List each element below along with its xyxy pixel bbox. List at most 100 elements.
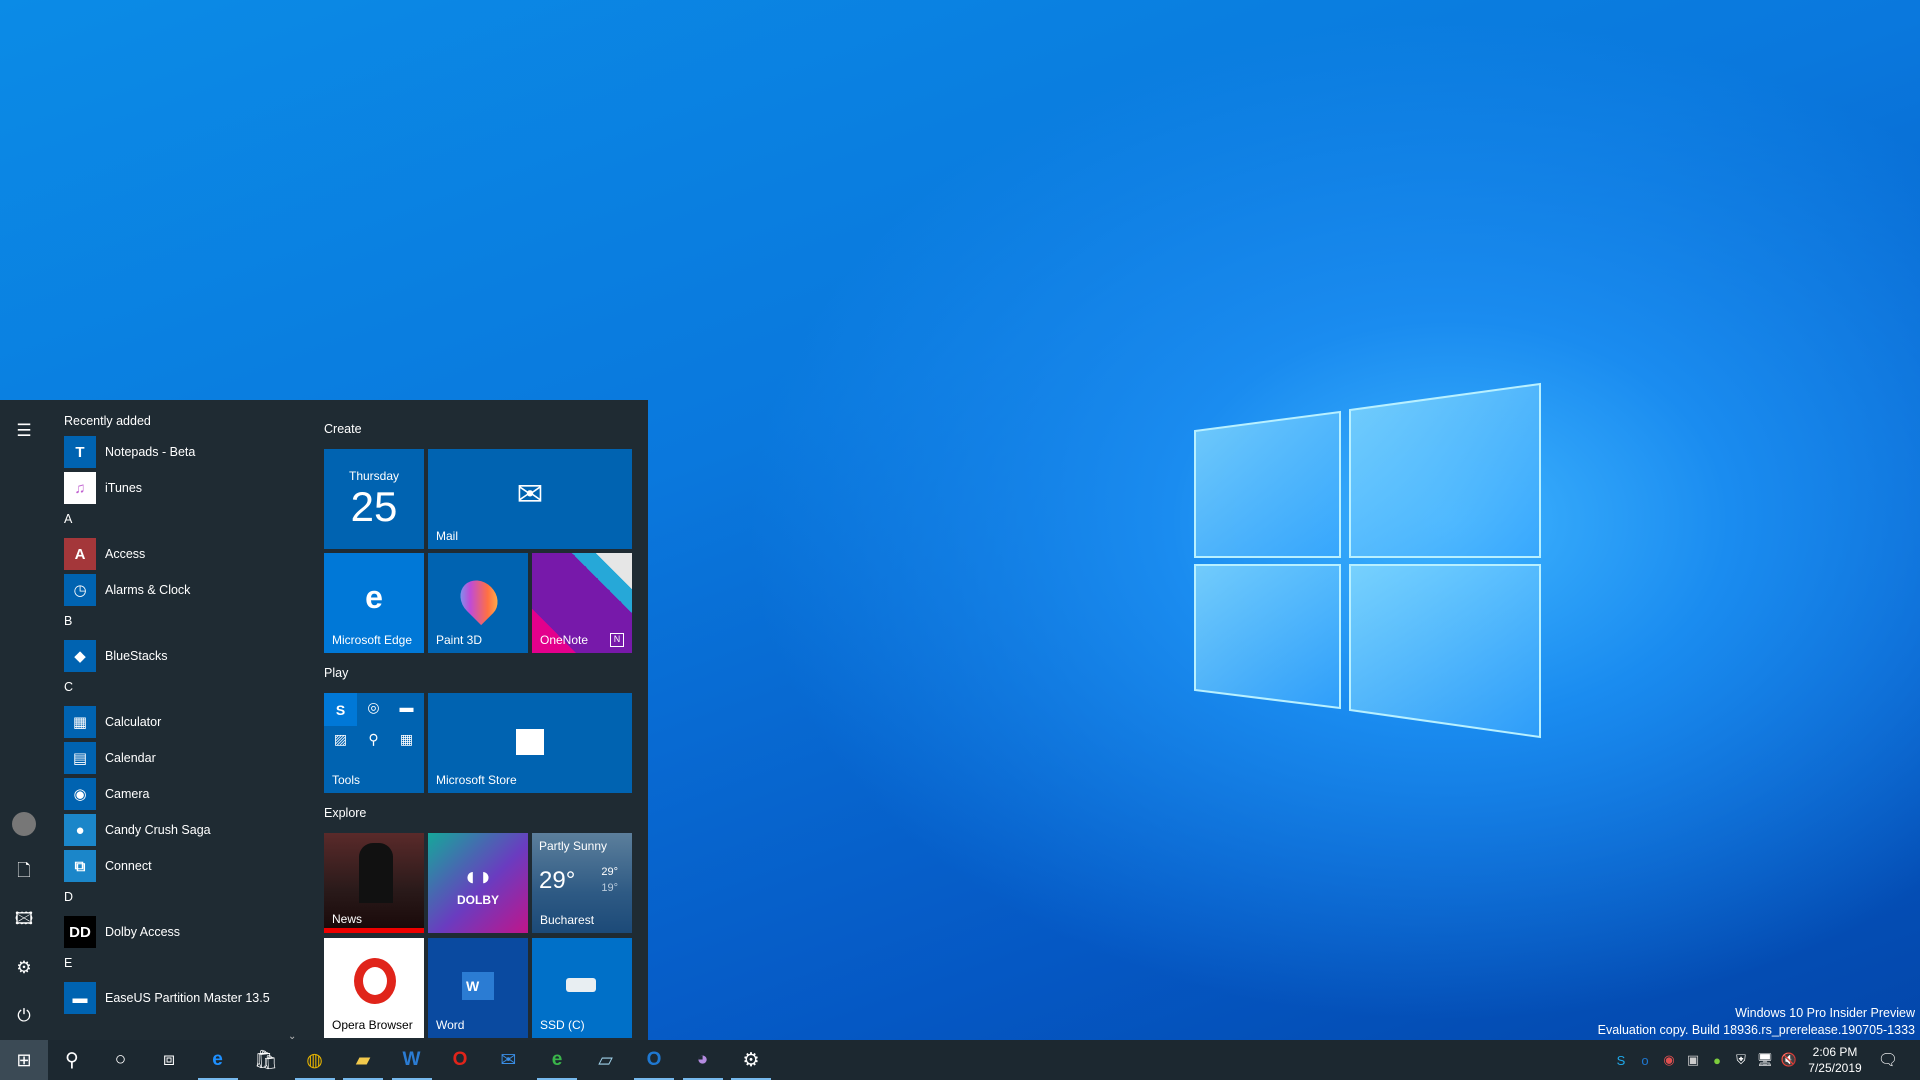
user-avatar[interactable] [12,812,36,836]
letter-header[interactable]: C [64,680,73,694]
letter-header[interactable]: D [64,890,73,904]
group-create: Create [324,422,362,436]
tile-dolby[interactable]: ◖◗ DOLBY [428,833,528,933]
app-list-item[interactable]: ◷ Alarms & Clock [64,574,302,606]
tile-onenote[interactable]: OneNote N [532,553,632,653]
app-icon: ⧉ [64,850,96,882]
tray-camera-icon[interactable]: ▣ [1682,1040,1704,1080]
app-icon: ▬ [64,982,96,1014]
app-icon: ● [64,814,96,846]
app-icon: ◆ [64,640,96,672]
app-list-item[interactable]: DD Dolby Access [64,916,302,948]
app-list-item[interactable]: ◉ Camera [64,778,302,810]
clock[interactable]: 2:06 PM 7/25/2019 [1800,1044,1870,1076]
taskbar-file-explorer-button[interactable]: ▰ [339,1040,387,1080]
onenote-icon: N [610,633,624,647]
tile-ssd[interactable]: SSD (C) [532,938,632,1038]
hamburger-menu-icon[interactable]: ☰ [12,419,36,443]
tile-weather[interactable]: Partly Sunny 29° 29° 19° Bucharest [532,833,632,933]
chrome-icon: ◍ [306,1049,323,1071]
settings-icon: ⚙ [742,1049,760,1071]
tile-tools-folder[interactable]: S ◎ ▬ ▨ ⚲ ▦ Tools [324,693,424,793]
app-icon: DD [64,916,96,948]
news-photo [359,843,393,903]
taskbar-edge-dev-button[interactable]: e [533,1040,581,1080]
photos-icon: ▨ [333,731,348,747]
power-icon[interactable]: ⏻ [12,1004,36,1028]
taskbar-store-button[interactable]: 🛍 [242,1040,290,1080]
app-label: Dolby Access [105,925,181,939]
action-center-icon[interactable]: 🗨 [1864,1040,1912,1080]
tile-calendar[interactable]: Thursday 25 [324,449,424,549]
tray-defender-icon[interactable]: ⛨ [1730,1040,1752,1080]
opera-icon: O [452,1049,468,1070]
edge-dev-icon: e [551,1049,563,1070]
tile-paint-3d[interactable]: Paint 3D [428,553,528,653]
app-list-item[interactable]: ⧉ Connect [64,850,302,882]
app-list-item[interactable]: ♫ iTunes [64,472,302,504]
tray-volume-muted-icon[interactable]: 🔇 [1778,1040,1800,1080]
task-view-icon: ⧈ [162,1049,176,1070]
app-label: EaseUS Partition Master 13.5 [105,991,270,1005]
store-icon [516,729,544,755]
taskbar-settings-button[interactable]: ⚙ [727,1040,775,1080]
app-list-item[interactable]: ◆ BlueStacks [64,640,302,672]
search-icon: ⚲ [65,1049,79,1071]
file-explorer-icon: ▰ [355,1049,371,1071]
taskbar-chrome-button[interactable]: ◍ [291,1040,339,1080]
letter-header[interactable]: B [64,614,72,628]
app-icon: A [64,538,96,570]
tile-word[interactable]: W Word [428,938,528,1038]
tile-microsoft-store[interactable]: Microsoft Store [428,693,632,793]
taskbar-notepad-button[interactable]: ▱ [582,1040,630,1080]
settings-icon[interactable]: ⚙ [12,956,36,980]
app-list-item[interactable]: T Notepads - Beta [64,436,302,468]
app-label: Calendar [105,751,156,765]
app-label: Notepads - Beta [105,445,196,459]
app-list-item[interactable]: A Access [64,538,302,570]
tray-network-icon[interactable]: 🖥 [1754,1040,1776,1080]
tray-outlook-icon[interactable]: o [1634,1040,1656,1080]
app-list-item[interactable]: ▬ EaseUS Partition Master 13.5 [64,982,302,1014]
tray-skype-icon[interactable]: S [1610,1040,1632,1080]
tray-chat-icon[interactable]: ● [1706,1040,1728,1080]
taskbar-outlook-button[interactable]: O [630,1040,678,1080]
app-list-item[interactable]: ▤ Calendar [64,742,302,774]
word-icon: W [402,1049,421,1070]
start-menu: ☰ 🗋 🖾 ⚙ ⏻ Recently added T Notepads - Beta… [0,400,648,1042]
windows-icon: ⊞ [16,1049,32,1070]
tile-mail[interactable]: ✉ Mail [428,449,632,549]
taskbar-chat-button[interactable]: ◕ [679,1040,727,1080]
tile-opera-browser[interactable]: Opera Browser [324,938,424,1038]
skype-icon: S [324,693,357,726]
chat-icon: ◕ [696,1049,709,1070]
taskbar-word-button[interactable]: W [388,1040,436,1080]
tray-eye-icon[interactable]: ◉ [1658,1040,1680,1080]
taskbar-mail-button[interactable]: ✉ [485,1040,533,1080]
paint-3d-icon [452,572,506,626]
taskbar-opera-button[interactable]: O [436,1040,484,1080]
taskbar-task-view-button[interactable]: ⧈ [145,1040,193,1080]
letter-header[interactable]: E [64,956,72,970]
app-list-item[interactable]: ● Candy Crush Saga [64,814,302,846]
taskbar-cortana-button[interactable]: ○ [97,1040,145,1080]
pictures-icon[interactable]: 🖾 [12,908,36,932]
app-list-item[interactable]: ▦ Calculator [64,706,302,738]
taskbar-search-button[interactable]: ⚲ [48,1040,96,1080]
tile-microsoft-edge[interactable]: e Microsoft Edge [324,553,424,653]
letter-header[interactable]: A [64,512,72,526]
tile-news[interactable]: News [324,833,424,933]
app-icon: ▤ [64,742,96,774]
dolby-icon: ◖◗ [462,861,494,891]
build-watermark: Windows 10 Pro Insider Preview Evaluatio… [1597,1006,1915,1037]
edge-icon: e [212,1049,223,1070]
mail-icon: ✉ [500,1049,517,1071]
group-play: Play [324,666,349,680]
taskbar-edge-button[interactable]: e [194,1040,242,1080]
documents-icon[interactable]: 🗋 [12,860,36,884]
start-button[interactable]: ⊞ [0,1040,48,1080]
outlook-icon: O [646,1049,662,1070]
app-icon: ▦ [64,706,96,738]
store-icon: 🛍 [253,1050,279,1071]
groove-icon: ◎ [367,699,380,715]
